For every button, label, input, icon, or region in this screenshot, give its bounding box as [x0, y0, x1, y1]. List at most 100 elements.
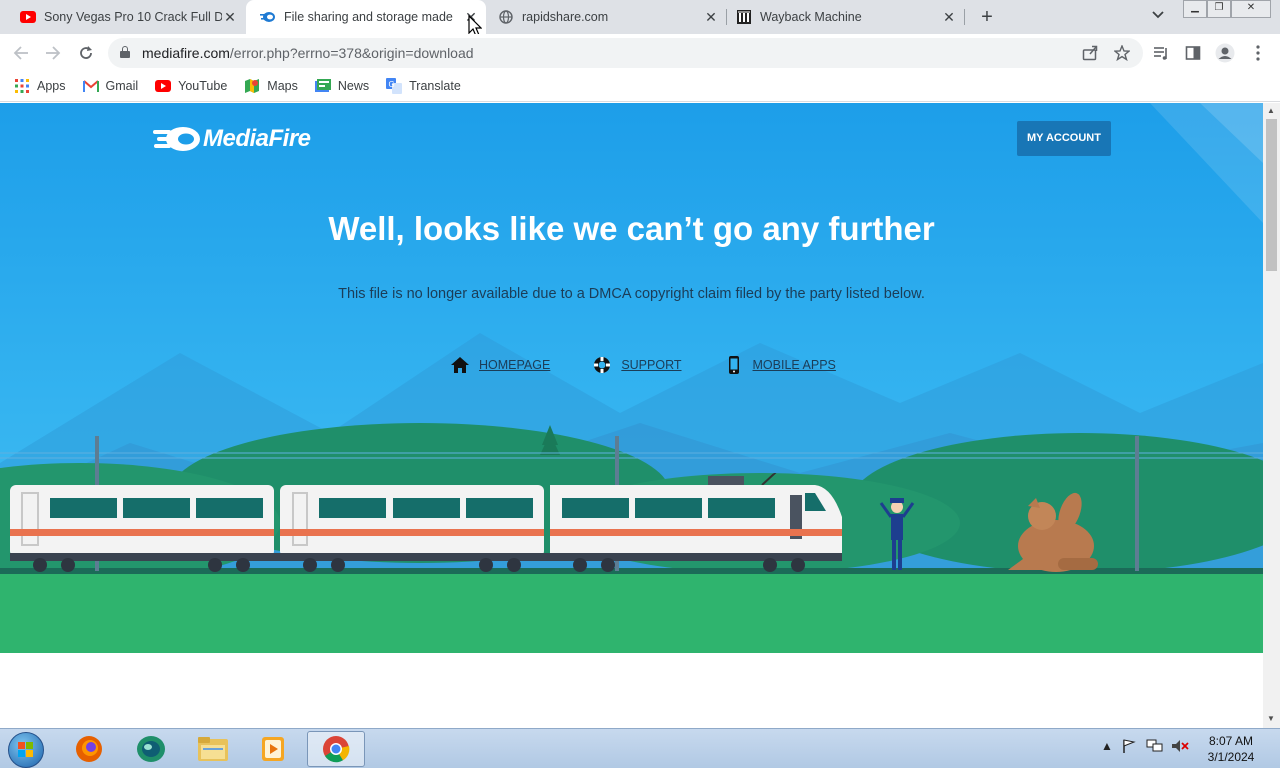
side-panel-icon[interactable]: [1183, 43, 1203, 63]
svg-text:G: G: [389, 80, 395, 89]
reload-button[interactable]: [75, 42, 97, 64]
lifebuoy-icon: [592, 355, 612, 375]
firefox-icon: [76, 736, 102, 762]
clock-date: 3/1/2024: [1207, 750, 1255, 764]
network-icon[interactable]: [1146, 739, 1164, 756]
url-path: /error.php?errno=378&origin=download: [229, 45, 474, 61]
mediafire-logo[interactable]: MediaFire: [153, 125, 311, 153]
apps-grid-icon: [14, 78, 30, 94]
tab-title: File sharing and storage made si: [284, 10, 454, 24]
bookmark-label: News: [337, 79, 370, 93]
tab-mediafire[interactable]: File sharing and storage made si ✕: [246, 0, 486, 34]
link-label: SUPPORT: [621, 358, 682, 372]
hero-section: MediaFire MY ACCOUNT Well, looks like we…: [0, 103, 1263, 653]
home-icon: [450, 355, 470, 375]
mediafire-icon: [260, 9, 276, 25]
page-title: Well, looks like we can’t go any further: [328, 210, 935, 247]
back-button[interactable]: [10, 42, 32, 64]
my-account-button[interactable]: MY ACCOUNT: [1017, 121, 1111, 156]
url-text: mediafire.com/error.php?errno=378&origin…: [142, 45, 474, 61]
homepage-link[interactable]: HOMEPAGE: [450, 355, 550, 375]
bookmark-star-icon[interactable]: [1113, 44, 1131, 64]
more-menu-icon[interactable]: [1248, 43, 1268, 63]
conductor-illustration: [879, 498, 915, 570]
close-tab-icon[interactable]: ✕: [942, 10, 956, 24]
bookmark-translate[interactable]: G Translate: [386, 78, 461, 94]
scroll-up-icon[interactable]: ▲: [1267, 106, 1275, 115]
vertical-scrollbar[interactable]: ▲ ▼: [1263, 103, 1280, 728]
youtube-icon: [20, 9, 36, 25]
scroll-down-icon[interactable]: ▼: [1267, 714, 1275, 723]
folder-icon: [198, 737, 228, 761]
bookmark-label: Maps: [267, 79, 298, 93]
url-host: mediafire.com: [142, 45, 230, 61]
dmca-message: This file is no longer available due to …: [338, 286, 925, 302]
bookmark-maps[interactable]: Maps: [244, 78, 298, 94]
volume-muted-icon[interactable]: [1171, 739, 1189, 756]
taskbar-explorer[interactable]: [184, 731, 242, 767]
address-bar[interactable]: mediafire.com/error.php?errno=378&origin…: [108, 38, 1143, 68]
forward-button[interactable]: [42, 42, 64, 64]
tab-title: rapidshare.com: [522, 10, 609, 24]
close-tab-icon[interactable]: ✕: [223, 10, 237, 24]
maximize-button[interactable]: ❐: [1207, 0, 1231, 18]
show-hidden-icons-icon[interactable]: ▲: [1101, 739, 1113, 753]
tab-sony-vegas[interactable]: Sony Vegas Pro 10 Crack Full Do ✕: [0, 0, 245, 34]
close-window-button[interactable]: ✕: [1231, 0, 1271, 18]
bookmark-label: YouTube: [178, 79, 228, 93]
bookmark-label: Apps: [37, 79, 66, 93]
close-tab-icon[interactable]: ✕: [704, 10, 718, 24]
scroll-thumb[interactable]: [1266, 119, 1277, 271]
taskbar-chrome[interactable]: [307, 731, 365, 767]
bookmark-youtube[interactable]: YouTube: [155, 78, 227, 94]
tab-strip: Sony Vegas Pro 10 Crack Full Do ✕ File s…: [0, 0, 1280, 34]
support-link[interactable]: SUPPORT: [592, 355, 682, 375]
tab-rapidshare[interactable]: rapidshare.com ✕: [490, 0, 726, 34]
tab-wayback[interactable]: Wayback Machine ✕: [728, 0, 964, 34]
taskbar-media-player[interactable]: [244, 731, 302, 767]
news-icon: [314, 78, 331, 94]
chrome-icon: [323, 736, 350, 763]
mobile-apps-link[interactable]: MOBILE APPS: [724, 355, 836, 375]
help-links: HOMEPAGE SUPPORT MOBILE APPS: [450, 355, 878, 375]
maps-icon: [244, 78, 260, 94]
bookmark-label: Translate: [409, 79, 461, 93]
reading-list-icon[interactable]: [1151, 43, 1171, 63]
window-controls: ▁ ❐ ✕: [1183, 0, 1271, 18]
clock-time: 8:07 AM: [1208, 734, 1254, 748]
new-tab-button[interactable]: +: [977, 6, 997, 29]
app-icon: [137, 736, 165, 762]
browser-toolbar: mediafire.com/error.php?errno=378&origin…: [0, 34, 1280, 71]
youtube-icon: [155, 78, 172, 94]
mobile-phone-icon: [724, 355, 744, 375]
tab-separator: [964, 9, 965, 25]
tab-title: Sony Vegas Pro 10 Crack Full Do: [44, 10, 222, 24]
globe-icon: [498, 9, 514, 25]
share-icon[interactable]: [1082, 45, 1098, 64]
lock-icon[interactable]: [120, 46, 130, 58]
wayback-icon: [736, 9, 752, 25]
taskbar-firefox[interactable]: [60, 731, 118, 767]
bookmark-apps[interactable]: Apps: [14, 78, 66, 94]
start-button[interactable]: [8, 732, 44, 768]
profile-avatar-icon[interactable]: [1215, 43, 1235, 63]
action-center-flag-icon[interactable]: [1122, 739, 1136, 756]
bookmark-gmail[interactable]: Gmail: [82, 78, 139, 94]
tab-separator: [726, 9, 727, 25]
tab-search-chevron-icon[interactable]: [1152, 8, 1164, 22]
bookmark-label: Gmail: [105, 79, 139, 93]
windows-taskbar: ▲ 8:07 AM 3/1/2024: [0, 728, 1280, 768]
bear-illustration: [1008, 492, 1098, 572]
tab-title: Wayback Machine: [760, 10, 862, 24]
media-player-icon: [262, 737, 284, 761]
taskbar-app[interactable]: [122, 731, 180, 767]
translate-icon: G: [386, 78, 403, 94]
minimize-button[interactable]: ▁: [1183, 0, 1207, 18]
system-clock[interactable]: 8:07 AM 3/1/2024: [1196, 733, 1266, 765]
page-viewport: MediaFire MY ACCOUNT Well, looks like we…: [0, 103, 1263, 728]
bookmark-news[interactable]: News: [314, 78, 370, 94]
gmail-icon: [82, 78, 99, 94]
link-label: HOMEPAGE: [479, 358, 551, 372]
train-illustration: [10, 473, 842, 572]
logo-text: MediaFire: [203, 125, 311, 152]
